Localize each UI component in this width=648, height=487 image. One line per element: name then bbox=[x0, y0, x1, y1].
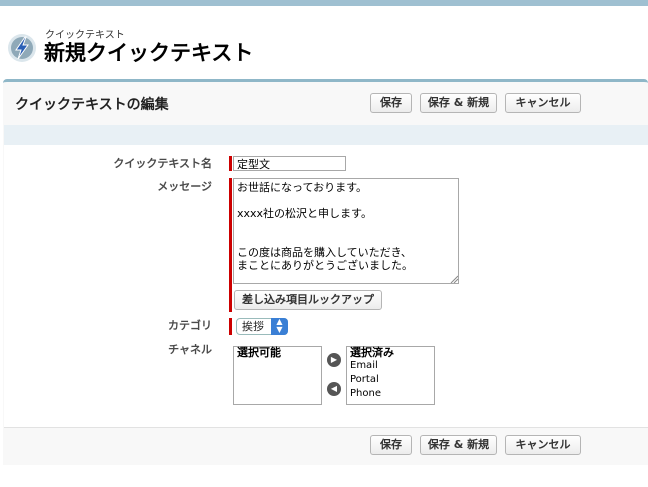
section-band bbox=[4, 125, 648, 145]
category-select[interactable]: 挨拶 ▲ ▼ bbox=[236, 318, 288, 335]
footer-divider bbox=[4, 427, 648, 428]
name-label: クイックテキスト名 bbox=[113, 157, 212, 170]
required-indicator bbox=[229, 318, 232, 335]
save-new-button-bottom[interactable]: 保存 & 新規 bbox=[420, 435, 497, 455]
category-label: カテゴリ bbox=[168, 319, 212, 332]
cancel-button-bottom[interactable]: キャンセル bbox=[505, 435, 581, 455]
resize-handle-icon[interactable] bbox=[450, 275, 458, 283]
save-new-button-top[interactable]: 保存 & 新規 bbox=[420, 93, 497, 113]
name-input[interactable] bbox=[233, 156, 346, 171]
panel-title: クイックテキストの編集 bbox=[15, 97, 169, 113]
message-textarea[interactable]: お世話になっております。 xxxx社の松沢と申します。 この度は商品を購入してい… bbox=[233, 178, 459, 284]
list-item[interactable]: Email bbox=[347, 359, 434, 373]
merge-field-lookup-button[interactable]: 差し込み項目ルックアップ bbox=[234, 290, 382, 310]
available-list-header: 選択可能 bbox=[237, 346, 281, 359]
cancel-button-top[interactable]: キャンセル bbox=[505, 93, 581, 113]
available-channels-list[interactable]: 選択可能 bbox=[233, 346, 322, 405]
remove-left-arrow-icon[interactable]: ◀ bbox=[327, 382, 341, 396]
list-item[interactable]: Phone bbox=[347, 387, 434, 401]
select-updown-icon: ▲ ▼ bbox=[271, 318, 288, 335]
page-title: 新規クイックテキスト bbox=[44, 41, 254, 65]
category-selected-value: 挨拶 bbox=[242, 320, 264, 333]
message-label: メッセージ bbox=[157, 180, 212, 193]
lightning-icon bbox=[8, 34, 36, 62]
required-indicator bbox=[229, 156, 232, 171]
selected-list-header: 選択済み bbox=[350, 346, 394, 359]
required-indicator bbox=[229, 178, 232, 312]
top-accent-bar bbox=[0, 0, 648, 6]
list-item[interactable]: Portal bbox=[347, 373, 434, 387]
save-button-top[interactable]: 保存 bbox=[370, 93, 412, 113]
add-right-arrow-icon[interactable]: ▶ bbox=[327, 353, 341, 367]
selected-channels-list[interactable]: 選択済み Email Portal Phone bbox=[346, 346, 435, 405]
save-button-bottom[interactable]: 保存 bbox=[370, 435, 412, 455]
channel-label: チャネル bbox=[168, 343, 212, 356]
